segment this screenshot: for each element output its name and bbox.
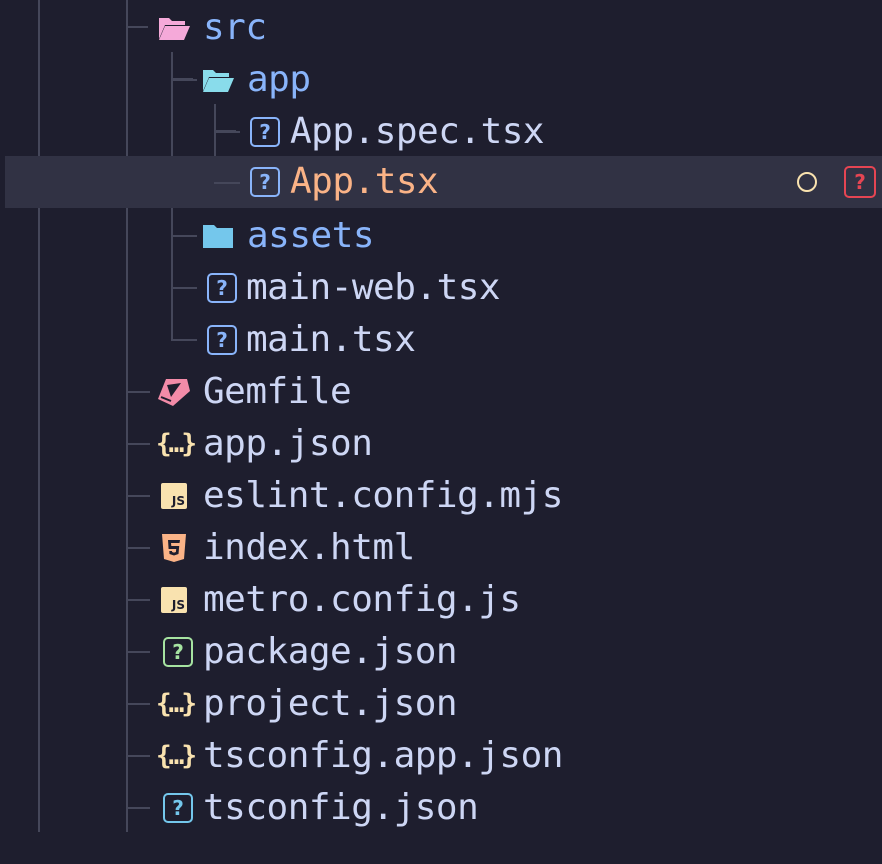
tree-line bbox=[214, 182, 240, 184]
tree-item-label: tsconfig.app.json bbox=[203, 735, 563, 776]
tree-row-index-html[interactable]: index.html bbox=[0, 522, 882, 574]
tree-line bbox=[214, 131, 240, 133]
error-status-icon: ? bbox=[844, 166, 876, 198]
tree-item-label: src bbox=[203, 7, 267, 48]
javascript-icon: JS bbox=[156, 582, 192, 618]
tree-row-assets[interactable]: assets bbox=[0, 210, 882, 262]
tree-item-label: package.json bbox=[203, 631, 458, 672]
unknown-file-icon: ? bbox=[247, 164, 283, 200]
tree-item-label: App.tsx bbox=[290, 161, 439, 202]
tree-line bbox=[126, 651, 150, 653]
modified-status-icon bbox=[797, 172, 817, 192]
folder-open-icon bbox=[200, 62, 236, 98]
js-glyph: JS bbox=[161, 587, 187, 613]
tree-row-tsconfig-app[interactable]: {…} tsconfig.app.json bbox=[0, 730, 882, 782]
tree-row-main[interactable]: ? main.tsx bbox=[0, 314, 882, 366]
braces-glyph: {…} bbox=[156, 429, 197, 459]
tree-item-label: eslint.config.mjs bbox=[203, 475, 563, 516]
tree-item-label: app.json bbox=[203, 423, 373, 464]
json-braces-icon: {…} bbox=[156, 686, 197, 722]
tree-row-app[interactable]: app bbox=[0, 54, 882, 106]
tree-row-package-json[interactable]: ? package.json bbox=[0, 626, 882, 678]
tree-line bbox=[126, 807, 150, 809]
tree-line bbox=[171, 79, 197, 81]
tree-row-project-json[interactable]: {…} project.json bbox=[0, 678, 882, 730]
tree-line bbox=[126, 391, 150, 393]
json-braces-icon: {…} bbox=[156, 426, 197, 462]
tree-item-label: Gemfile bbox=[203, 371, 352, 412]
tree-item-label: index.html bbox=[203, 527, 415, 568]
tree-line bbox=[126, 547, 150, 549]
tree-row-metro[interactable]: JS metro.config.js bbox=[0, 574, 882, 626]
question-glyph: ? bbox=[163, 637, 193, 667]
braces-glyph: {…} bbox=[156, 741, 197, 771]
ruby-icon bbox=[156, 374, 192, 410]
tree-line bbox=[171, 339, 197, 341]
folder-icon bbox=[200, 218, 236, 254]
tree-row-app-tsx[interactable]: ? App.tsx ? bbox=[5, 156, 882, 208]
tree-line bbox=[171, 287, 197, 289]
tree-row-tsconfig[interactable]: ? tsconfig.json bbox=[0, 782, 882, 834]
question-glyph: ? bbox=[207, 325, 237, 355]
tree-row-app-json[interactable]: {…} app.json bbox=[0, 418, 882, 470]
unknown-file-icon: ? bbox=[247, 114, 283, 150]
tree-item-label: assets bbox=[247, 215, 375, 256]
tree-item-label: tsconfig.json bbox=[203, 787, 479, 828]
question-glyph: ? bbox=[207, 273, 237, 303]
tree-line bbox=[126, 755, 150, 757]
tree-line bbox=[126, 703, 150, 705]
json-braces-icon: {…} bbox=[156, 738, 197, 774]
question-glyph: ? bbox=[250, 117, 280, 147]
tree-item-label: metro.config.js bbox=[203, 579, 521, 620]
tree-line bbox=[171, 235, 197, 237]
unknown-file-icon: ? bbox=[204, 270, 240, 306]
question-glyph: ? bbox=[250, 167, 280, 197]
unknown-file-icon: ? bbox=[160, 634, 196, 670]
tree-item-label: main.tsx bbox=[246, 319, 416, 360]
tree-line bbox=[126, 599, 150, 601]
tree-line bbox=[126, 443, 150, 445]
tree-row-main-web[interactable]: ? main-web.tsx bbox=[0, 262, 882, 314]
tree-row-src[interactable]: src bbox=[0, 2, 882, 54]
unknown-file-icon: ? bbox=[204, 322, 240, 358]
question-glyph: ? bbox=[163, 793, 193, 823]
javascript-icon: JS bbox=[156, 478, 192, 514]
tree-row-gemfile[interactable]: Gemfile bbox=[0, 366, 882, 418]
html5-icon bbox=[156, 530, 192, 566]
tree-row-eslint[interactable]: JS eslint.config.mjs bbox=[0, 470, 882, 522]
tree-row-app-spec[interactable]: ? App.spec.tsx bbox=[0, 106, 882, 158]
tree-item-label: project.json bbox=[203, 683, 458, 724]
braces-glyph: {…} bbox=[156, 689, 197, 719]
tree-line bbox=[126, 495, 150, 497]
js-glyph: JS bbox=[161, 483, 187, 509]
folder-open-icon bbox=[156, 10, 192, 46]
tree-item-label: main-web.tsx bbox=[246, 267, 501, 308]
tree-item-label: App.spec.tsx bbox=[290, 111, 545, 152]
tree-item-label: app bbox=[247, 59, 311, 100]
unknown-file-icon: ? bbox=[160, 790, 196, 826]
